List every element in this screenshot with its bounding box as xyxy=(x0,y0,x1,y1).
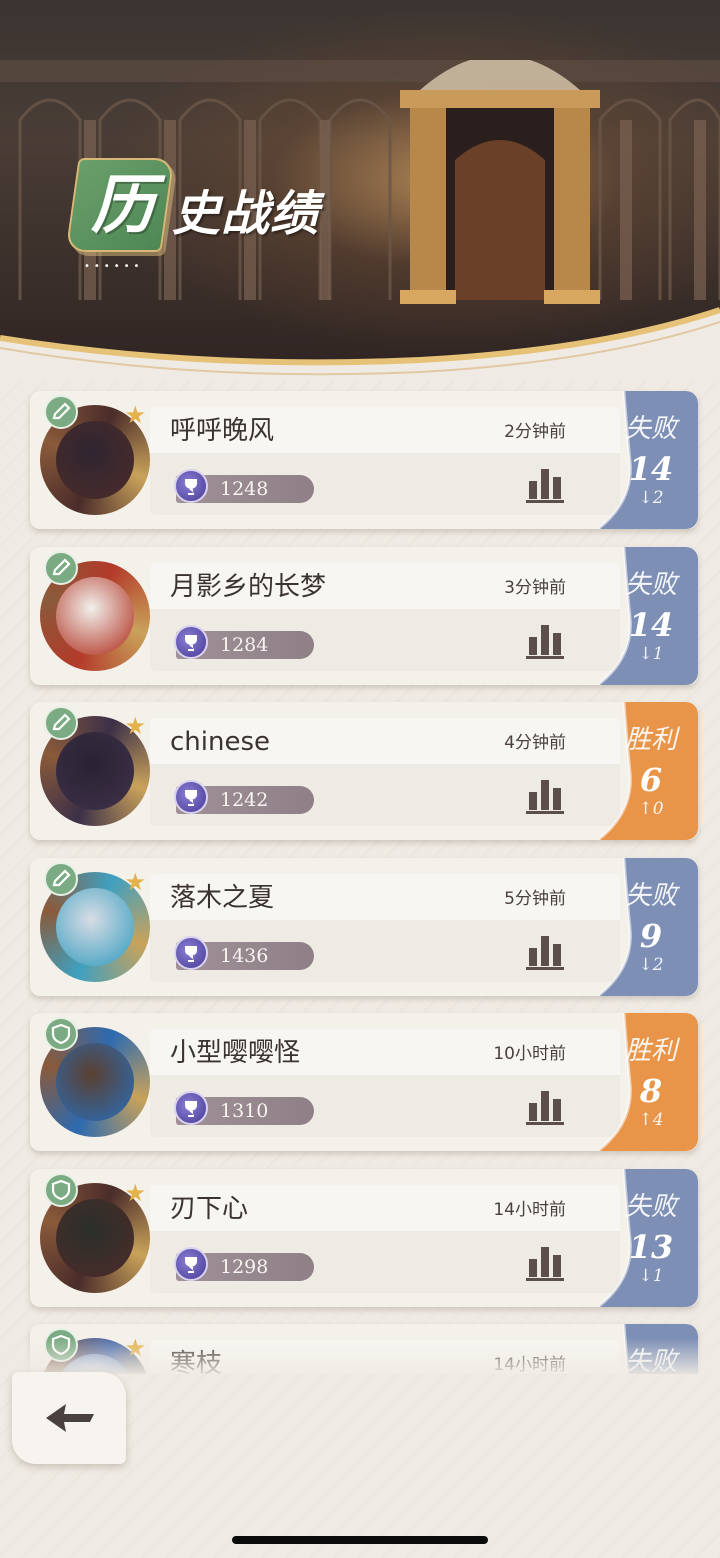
trophy-icon xyxy=(174,624,208,659)
player-name: 呼呼晚风 xyxy=(170,416,275,446)
pencil-icon xyxy=(44,861,78,896)
star-icon: ★ xyxy=(124,712,146,740)
shield-icon xyxy=(44,1172,78,1207)
player-name: 刃下心 xyxy=(170,1193,249,1224)
title-decoration: •••••• xyxy=(84,261,144,272)
pencil-icon xyxy=(44,706,78,740)
rank-score: 1436 xyxy=(220,944,269,967)
back-button[interactable] xyxy=(12,1372,126,1464)
result-count: 9 xyxy=(639,916,663,955)
result-count: 6 xyxy=(639,761,663,799)
match-time: 3分钟前 xyxy=(504,577,566,598)
match-history-list[interactable]: ★ 呼呼晚风 2分钟前 1248 失败 14 ↓2 月影乡的长梦 3分钟前 12… xyxy=(0,388,720,1374)
pencil-icon xyxy=(44,395,78,429)
match-card[interactable]: ★ chinese 4分钟前 1242 胜利 6 ↑0 xyxy=(30,702,698,840)
result-delta: ↓2 xyxy=(638,954,664,975)
match-card[interactable]: ★ 呼呼晚风 2分钟前 1248 失败 14 ↓2 xyxy=(30,391,698,529)
rank-score: 1248 xyxy=(220,478,269,500)
trophy-icon xyxy=(174,469,208,503)
page-title: 史战绩 xyxy=(172,186,320,242)
header-banner: 历 史战绩 •••••• xyxy=(0,0,720,400)
match-time: 10小时前 xyxy=(493,1044,566,1064)
player-name: 落木之夏 xyxy=(170,882,275,913)
result-delta: ↑4 xyxy=(638,1110,664,1130)
bar-chart-icon[interactable] xyxy=(526,1245,564,1281)
trophy-icon xyxy=(174,935,208,970)
back-arrow-icon xyxy=(46,1404,94,1432)
star-icon: ★ xyxy=(124,401,146,429)
match-result: 失败 xyxy=(624,569,677,600)
match-card[interactable]: 月影乡的长梦 3分钟前 1284 失败 14 ↓1 xyxy=(30,546,698,685)
rank-score: 1242 xyxy=(220,789,269,811)
result-delta: ↓1 xyxy=(638,1265,664,1286)
match-time: 14小时前 xyxy=(493,1199,566,1220)
rank-score: 1298 xyxy=(220,1255,269,1278)
match-result: 胜利 xyxy=(624,725,677,755)
page-title-first-char: 历 xyxy=(91,168,155,243)
result-count: 8 xyxy=(639,1072,663,1110)
match-card[interactable]: 小型嘤嘤怪 10小时前 1310 胜利 8 ↑4 xyxy=(30,1013,698,1151)
bar-chart-icon[interactable] xyxy=(526,778,564,814)
match-result: 胜利 xyxy=(624,1036,677,1066)
result-delta: ↓1 xyxy=(638,643,664,664)
star-icon: ★ xyxy=(124,1178,146,1207)
match-card[interactable]: ★ 刃下心 14小时前 1298 失败 13 ↓1 xyxy=(30,1168,698,1307)
match-time: 5分钟前 xyxy=(504,888,566,909)
result-count: 13 xyxy=(628,1227,674,1266)
trophy-icon xyxy=(174,1246,208,1281)
match-time: 4分钟前 xyxy=(504,733,566,753)
star-icon: ★ xyxy=(124,867,146,896)
match-card[interactable]: ★ 落木之夏 5分钟前 1436 失败 9 ↓2 xyxy=(30,857,698,996)
bar-chart-icon[interactable] xyxy=(526,467,564,503)
player-name: 小型嘤嘤怪 xyxy=(170,1038,301,1068)
bar-chart-icon[interactable] xyxy=(526,934,564,970)
match-time: 2分钟前 xyxy=(504,422,566,442)
trophy-icon xyxy=(174,780,208,814)
match-result: 失败 xyxy=(624,414,677,444)
match-result: 失败 xyxy=(624,880,677,911)
rank-score: 1284 xyxy=(220,633,269,656)
shield-icon xyxy=(44,1017,78,1051)
result-count: 14 xyxy=(628,605,674,644)
bar-chart-icon[interactable] xyxy=(526,1089,564,1125)
result-count: 14 xyxy=(628,450,674,488)
list-fade xyxy=(0,1338,720,1374)
bar-chart-icon[interactable] xyxy=(526,623,564,659)
result-delta: ↓2 xyxy=(638,488,664,508)
pencil-icon xyxy=(44,550,78,585)
rank-score: 1310 xyxy=(220,1100,269,1122)
player-name: 月影乡的长梦 xyxy=(170,571,327,602)
match-result: 失败 xyxy=(624,1191,677,1222)
player-name: chinese xyxy=(170,727,271,757)
home-indicator[interactable] xyxy=(232,1536,488,1544)
result-delta: ↑0 xyxy=(638,799,664,819)
trophy-icon xyxy=(174,1091,208,1125)
